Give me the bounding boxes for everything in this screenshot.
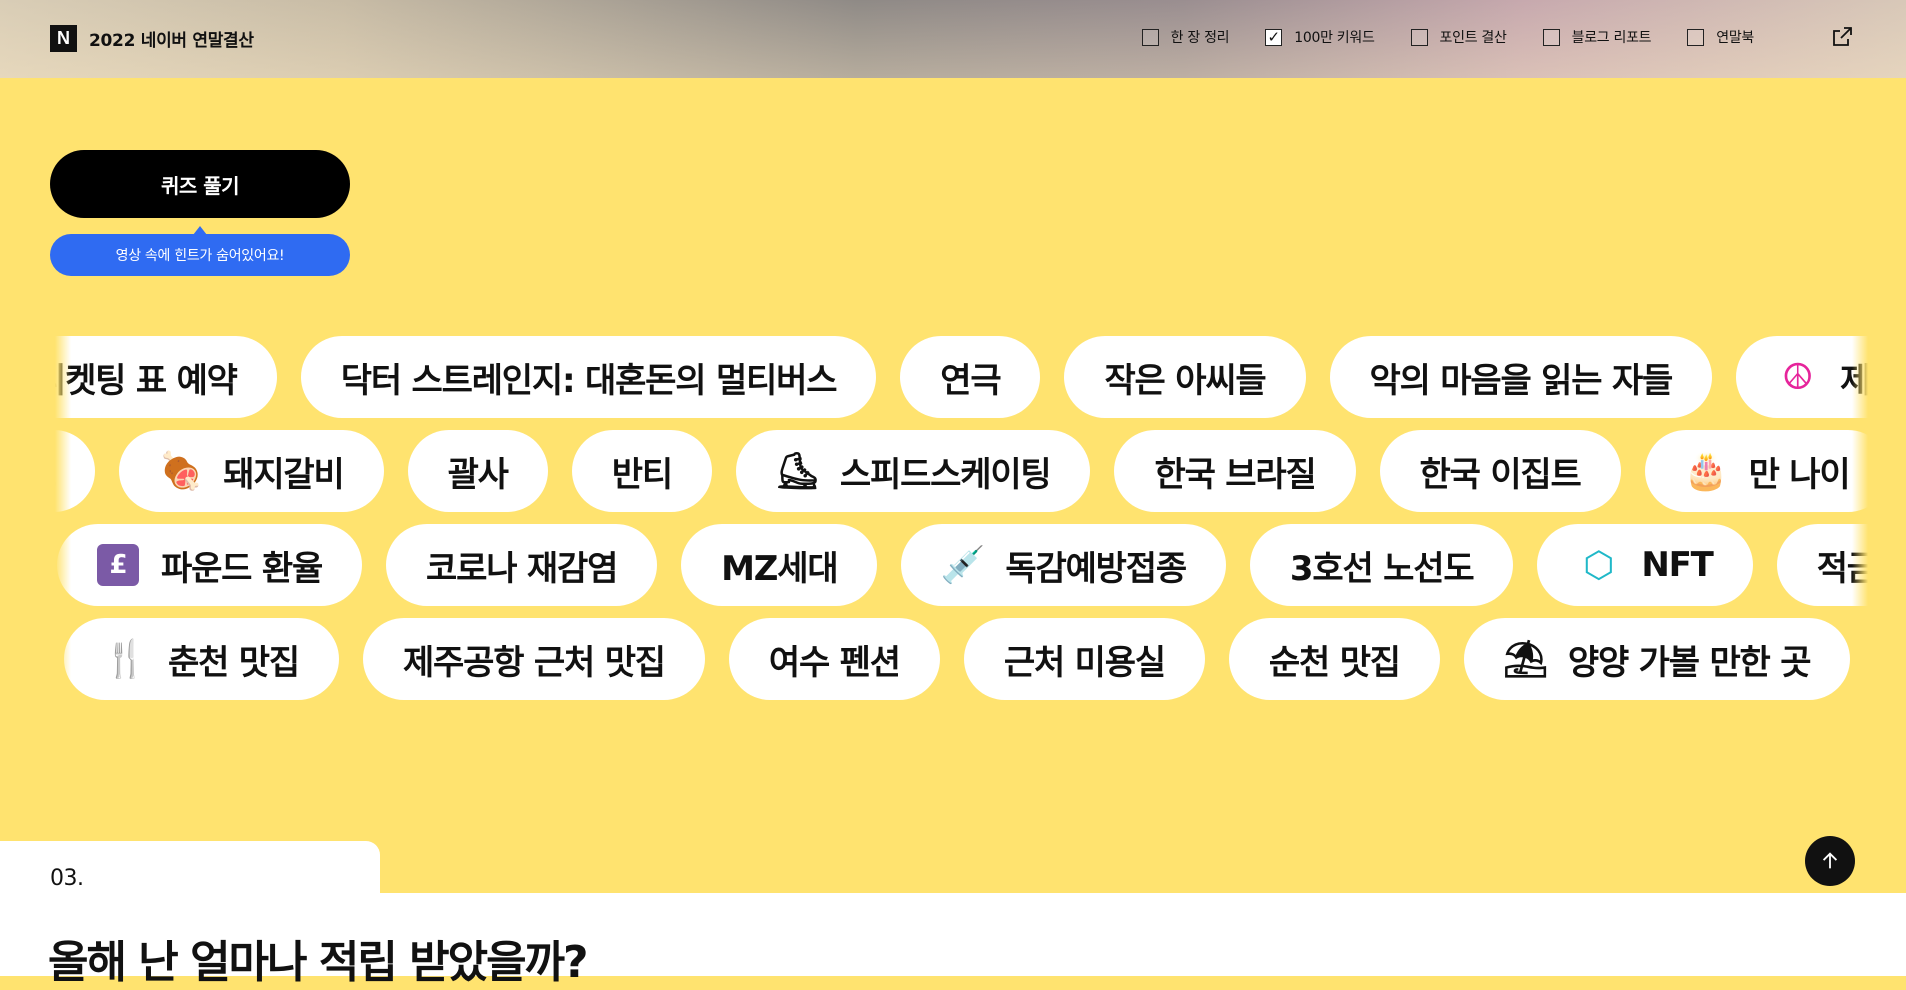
keyword-label: 여수 펜션: [769, 635, 900, 684]
keyword-pill[interactable]: 💉 독감예방접종: [901, 524, 1225, 606]
keyword-pill[interactable]: 🎂 만 나이: [1645, 430, 1868, 512]
nav-item-3[interactable]: 포인트 결산: [1411, 27, 1507, 47]
hint-tooltip: 영상 속에 힌트가 숨어있어요!: [50, 234, 350, 276]
keyword-pill[interactable]: 악의 마음을 읽는 자들: [1330, 336, 1713, 418]
keyword-pill[interactable]: £ 파운드 환율: [57, 524, 362, 606]
keyword-label: MZ세대: [721, 541, 837, 590]
keyword-pill[interactable]: 닥터 스트레인지: 대혼돈의 멀티버스: [301, 336, 877, 418]
nav-label: 블로그 리포트: [1572, 27, 1652, 47]
keyword-label: 티켓팅 표 예약: [55, 353, 237, 402]
keyword-label: 양양 가볼 만한 곳: [1568, 635, 1810, 684]
keyword-pill[interactable]: 토마토: [55, 430, 95, 512]
keyword-label: 파운드 환율: [161, 541, 322, 590]
keyword-label: 코로나 재감염: [426, 541, 617, 590]
keyword-label: 춘천 맛집: [168, 635, 299, 684]
nav-item-1[interactable]: 한 장 정리: [1142, 27, 1230, 47]
keyword-pill[interactable]: 여수 펜션: [729, 618, 940, 700]
peace-icon: ☮: [1776, 356, 1818, 398]
meat-icon: 🍖: [159, 450, 201, 492]
keyword-label: 한국 브라질: [1154, 447, 1315, 496]
keyword-label: 연극: [940, 353, 1000, 402]
keyword-label: 반티: [612, 447, 672, 496]
keyword-pill[interactable]: ⛸ 스피드스케이팅: [736, 430, 1091, 512]
keyword-pill[interactable]: 작은 아씨들: [1064, 336, 1305, 418]
quiz-button[interactable]: 퀴즈 풀기: [50, 150, 350, 218]
keyword-pill[interactable]: 괄사: [408, 430, 548, 512]
checkbox[interactable]: [1543, 29, 1560, 46]
beach-icon: ⛱: [1504, 638, 1546, 680]
keyword-pill[interactable]: 코로나 재감염: [386, 524, 657, 606]
keyword-pill[interactable]: 적금 계산기: [1777, 524, 1868, 606]
keyword-label: 스피드스케이팅: [840, 447, 1051, 496]
share-icon[interactable]: [1830, 25, 1854, 49]
arrow-up-icon: [1819, 850, 1841, 872]
keyword-label: 닥터 스트레인지: 대혼돈의 멀티버스: [341, 353, 837, 402]
nav-label: 포인트 결산: [1440, 27, 1507, 47]
nav-label: 100만 키워드: [1294, 27, 1374, 47]
keyword-label: NFT: [1641, 545, 1712, 585]
checkbox[interactable]: [1142, 29, 1159, 46]
nav-item-5[interactable]: 연말북: [1687, 27, 1754, 47]
section-number: 03.: [50, 866, 84, 891]
keyword-label: 한국 이집트: [1420, 447, 1581, 496]
keyword-pill[interactable]: 연극: [900, 336, 1040, 418]
keyword-label: 근처 미용실: [1004, 635, 1165, 684]
checkbox[interactable]: [1411, 29, 1428, 46]
keyword-pill[interactable]: 🍖 돼지갈비: [119, 430, 383, 512]
keyword-label: 만 나이: [1749, 447, 1850, 496]
keyword-pill[interactable]: 순천 맛집: [1229, 618, 1440, 700]
pound-icon: £: [97, 544, 139, 586]
scroll-top-button[interactable]: [1805, 836, 1855, 886]
section-nav: 한 장 정리 ✓ 100만 키워드 포인트 결산 블로그 리포트 연말북: [1142, 27, 1754, 47]
nav-item-2[interactable]: ✓ 100만 키워드: [1265, 27, 1374, 47]
keyword-label: 작은 아씨들: [1104, 353, 1265, 402]
keyword-label: 순천 맛집: [1269, 635, 1400, 684]
fork-knife-icon: 🍴: [104, 638, 146, 680]
keyword-marquee: 티켓팅 표 예약 닥터 스트레인지: 대혼돈의 멀티버스 연극 작은 아씨들 악의 마음…: [55, 330, 1868, 710]
keyword-label: 악의 마음을 읽는 자들: [1370, 353, 1673, 402]
keyword-pill[interactable]: 🍴 춘천 맛집: [64, 618, 339, 700]
nav-item-4[interactable]: 블로그 리포트: [1543, 27, 1652, 47]
keyword-label: 적금 계산기: [1817, 541, 1868, 590]
nft-icon: ⬡: [1577, 544, 1619, 586]
keyword-label: 괄사: [448, 447, 508, 496]
keyword-label: 돼지갈비: [223, 447, 343, 496]
keyword-row-2: 토마토 🍖 돼지갈비 괄사 반티 ⛸ 스피드스케이팅 한국 브라질 한국 이집트 🎂 만 나이: [55, 430, 1868, 512]
brand[interactable]: N 2022 네이버 연말결산: [50, 25, 254, 52]
keyword-label: 제20대 대통령 선거: [1840, 353, 1868, 402]
page-title: 2022 네이버 연말결산: [89, 26, 254, 51]
keyword-pill[interactable]: 근처 미용실: [964, 618, 1205, 700]
keyword-pill[interactable]: 한국 이집트: [1380, 430, 1621, 512]
checkbox[interactable]: [1687, 29, 1704, 46]
keyword-pill[interactable]: 티켓팅 표 예약: [55, 336, 277, 418]
naver-logo-icon: N: [50, 25, 77, 52]
keyword-label: 제주공항 근처 맛집: [403, 635, 665, 684]
top-header: N 2022 네이버 연말결산 한 장 정리 ✓ 100만 키워드 포인트 결산 블로그…: [0, 0, 1906, 78]
syringe-icon: 💉: [941, 544, 983, 586]
checkbox[interactable]: ✓: [1265, 29, 1282, 46]
keyword-pill[interactable]: 3호선 노선도: [1250, 524, 1514, 606]
keyword-row-4: 🍴 춘천 맛집 제주공항 근처 맛집 여수 펜션 근처 미용실 순천 맛집 ⛱ 양양 가볼 만…: [64, 618, 1868, 700]
nav-label: 한 장 정리: [1171, 27, 1230, 47]
keyword-pill[interactable]: ☮ 제20대 대통령 선거: [1736, 336, 1868, 418]
nav-label: 연말북: [1716, 27, 1754, 47]
keyword-row-3: £ 파운드 환율 코로나 재감염 MZ세대 💉 독감예방접종 3호선 노선도 ⬡ NFT 적금 계…: [57, 524, 1868, 606]
keyword-pill[interactable]: 제주공항 근처 맛집: [363, 618, 705, 700]
section-title: 올해 난 얼마나 적립 받았을까?: [48, 926, 587, 990]
keyword-label: 독감예방접종: [1005, 541, 1185, 590]
keyword-pill[interactable]: MZ세대: [681, 524, 877, 606]
keyword-row-1: 티켓팅 표 예약 닥터 스트레인지: 대혼돈의 멀티버스 연극 작은 아씨들 악의 마음…: [55, 336, 1868, 418]
keyword-pill[interactable]: ⛱ 양양 가볼 만한 곳: [1464, 618, 1850, 700]
keyword-pill[interactable]: ⬡ NFT: [1537, 524, 1752, 606]
keyword-pill[interactable]: 반티: [572, 430, 712, 512]
cake-icon: 🎂: [1685, 450, 1727, 492]
keyword-label: 3호선 노선도: [1290, 541, 1474, 590]
keyword-pill[interactable]: 한국 브라질: [1114, 430, 1355, 512]
skate-icon: ⛸: [776, 450, 818, 492]
